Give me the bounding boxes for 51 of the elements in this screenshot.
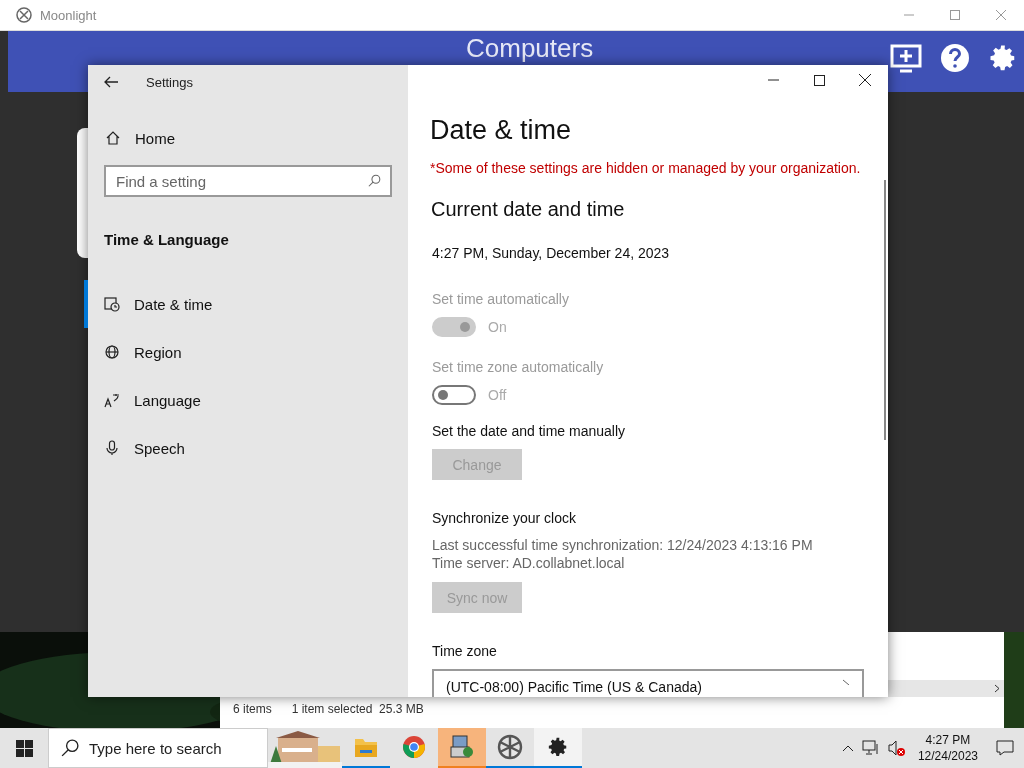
close-icon	[859, 74, 871, 86]
back-arrow-icon[interactable]	[104, 76, 118, 88]
search-icon	[368, 174, 382, 188]
setting-label: Set the date and time manually	[432, 423, 626, 439]
current-date-time: 4:27 PM, Sunday, December 24, 2023	[432, 245, 671, 261]
windows-logo-icon	[15, 739, 33, 757]
nav-item[interactable]: Language	[84, 376, 408, 424]
setting-label: Set time zone automatically	[432, 359, 605, 375]
sync-info: Time server: AD.collabnet.local	[432, 554, 626, 572]
language-icon	[104, 392, 120, 408]
toggle-state: On	[488, 319, 507, 335]
remote-desktop-icon[interactable]	[449, 734, 475, 760]
window-title: Settings	[146, 74, 193, 90]
network-icon[interactable]	[861, 740, 880, 756]
setting-label: Synchronize your clock	[432, 510, 577, 526]
globe-icon	[104, 344, 120, 360]
header-title: Computers	[466, 33, 594, 63]
chevron-up-icon[interactable]	[841, 744, 854, 752]
nav-item[interactable]: Date & time	[84, 280, 408, 328]
home-icon	[105, 130, 121, 146]
nav-item[interactable]: Region	[84, 328, 408, 376]
chrome-icon[interactable]	[402, 735, 426, 759]
muted-speaker-icon[interactable]	[887, 740, 906, 756]
taskbar-search-field[interactable]: Type here to search	[48, 728, 268, 768]
home-nav-item[interactable]: Home	[88, 123, 408, 153]
toggle-state: Off	[488, 387, 507, 403]
search-field[interactable]: Find a setting	[104, 165, 392, 197]
folder-icon[interactable]	[354, 736, 378, 758]
taskbar-clock[interactable]: 4:27 PM 12/24/2023	[917, 732, 978, 764]
maximize-icon	[950, 10, 960, 20]
search-icon	[61, 739, 79, 757]
settings-icon[interactable]	[547, 736, 569, 758]
vertical-scrollbar[interactable]	[884, 180, 886, 440]
close-icon	[996, 10, 1006, 20]
taskbar-app-button[interactable]	[534, 728, 582, 768]
section-title: Time & Language	[104, 231, 230, 248]
moonlight-logo-icon	[16, 7, 32, 23]
policy-notice: *Some of these settings are hidden or managed by your organization.	[430, 160, 862, 176]
calendar-clock-icon	[104, 296, 120, 312]
setting-label: Set time automatically	[432, 291, 570, 307]
window-title: Moonlight	[40, 7, 97, 23]
add-computer-icon[interactable]	[890, 43, 922, 75]
microphone-icon	[104, 440, 120, 456]
notification-icon[interactable]	[996, 740, 1014, 756]
sync-info: Last successful time synchronization: 12/24/2023 4:13:16 PM	[432, 536, 814, 554]
wheel-icon[interactable]	[497, 734, 523, 760]
page-title: Date & time	[430, 115, 573, 146]
maximize-icon	[813, 74, 825, 86]
nav-item[interactable]: Speech	[84, 424, 408, 472]
section-heading: Current date and time	[431, 198, 626, 221]
help-icon[interactable]	[940, 43, 970, 73]
